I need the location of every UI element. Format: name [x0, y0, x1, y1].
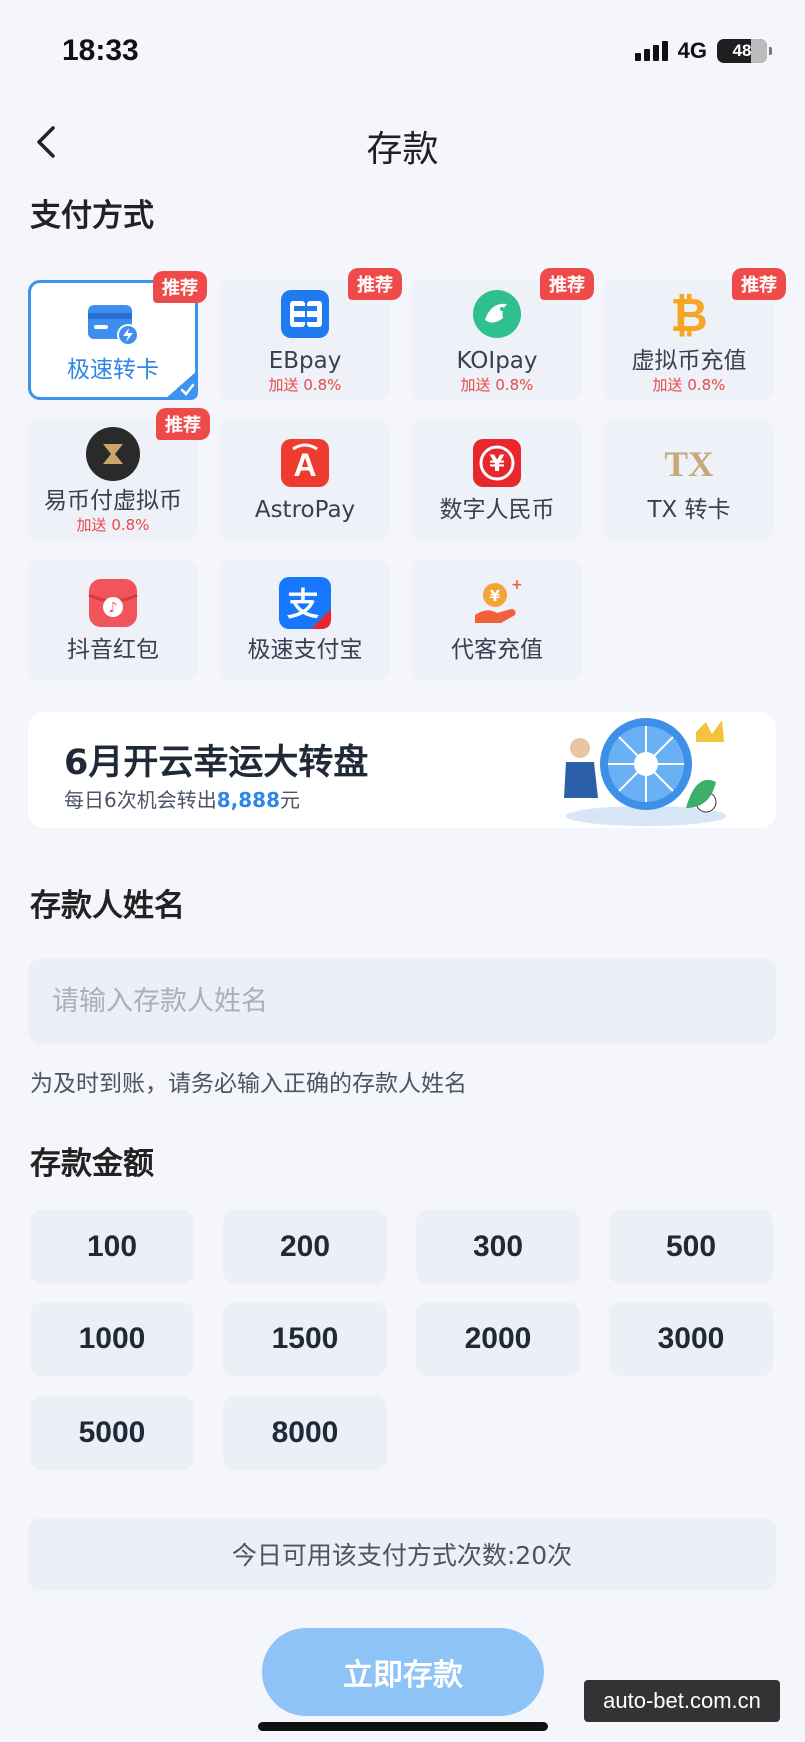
banner-amount: 8,888 [216, 788, 280, 812]
watermark: auto-bet.com.cn [584, 1680, 780, 1722]
svg-text:TX: TX [664, 444, 714, 484]
recommend-badge: 推荐 [540, 268, 594, 300]
promo-banner[interactable]: 6月开云幸运大转盘 每日6次机会转出8,888元 [28, 712, 776, 828]
amount-option[interactable]: 3000 [609, 1302, 773, 1376]
method-label: 数字人民币 [439, 497, 555, 523]
method-label: AstroPay [254, 497, 356, 523]
ebpay-icon [277, 286, 333, 342]
method-astropay[interactable]: A AstroPay [220, 420, 390, 540]
amount-option[interactable]: 200 [223, 1210, 387, 1284]
method-alipay[interactable]: 支 极速支付宝 [220, 560, 390, 680]
method-label: 代客充值 [451, 637, 543, 663]
method-koipay[interactable]: KOIpay 加送 0.8% 推荐 [412, 268, 594, 400]
method-label: 抖音红包 [67, 637, 159, 663]
method-label: EBpay [268, 348, 342, 374]
svg-text:♪: ♪ [109, 600, 118, 616]
amount-option[interactable]: 100 [30, 1210, 194, 1284]
method-digital-rmb[interactable]: ¥ 数字人民币 [412, 420, 582, 540]
amount-option[interactable]: 300 [416, 1210, 580, 1284]
banner-title: 6月开云幸运大转盘 [64, 743, 369, 783]
method-bonus: 加送 0.8% [460, 376, 534, 394]
amount-option[interactable]: 5000 [30, 1396, 194, 1470]
lucky-wheel-illustration [564, 718, 726, 826]
deposit-submit-button[interactable]: 立即存款 [262, 1628, 544, 1716]
battery-icon: 48 [717, 39, 772, 63]
selected-check-icon [164, 370, 198, 400]
card-flash-icon [85, 295, 141, 351]
depositor-name-input[interactable] [28, 958, 776, 1044]
svg-text:+: + [511, 577, 523, 593]
method-fast-card[interactable]: 极速转卡 推荐 [28, 271, 207, 400]
network-type: 4G [677, 38, 707, 63]
status-bar: 18:33 4G 48 [0, 0, 805, 100]
method-agent-recharge[interactable]: ¥ + 代客充值 [412, 560, 582, 680]
method-ebifu[interactable]: 易币付虚拟币 加送 0.8% 推荐 [28, 408, 210, 540]
method-label: 虚拟币充值 [631, 348, 747, 374]
method-label: 易币付虚拟币 [44, 488, 182, 514]
astropay-icon: A [277, 435, 333, 491]
method-label: KOIpay [456, 348, 538, 374]
amount-option[interactable]: 2000 [416, 1302, 580, 1376]
method-label: 极速支付宝 [247, 637, 363, 663]
amount-option[interactable]: 1500 [223, 1302, 387, 1376]
alipay-icon: 支 [277, 575, 333, 631]
method-bonus: 加送 0.8% [652, 376, 726, 394]
svg-text:₿: ₿ [670, 288, 708, 341]
nav-bar: 存款 [0, 110, 805, 174]
method-bonus: 加送 0.8% [76, 516, 150, 534]
digital-rmb-icon: ¥ [469, 435, 525, 491]
depositor-hint: 为及时到账，请务必输入正确的存款人姓名 [30, 1071, 467, 1097]
recommend-badge: 推荐 [732, 268, 786, 300]
status-indicators: 4G 48 [634, 38, 772, 64]
bitcoin-icon: ₿ [661, 286, 717, 342]
amount-section-title: 存款金额 [30, 1146, 154, 1182]
recommend-badge: 推荐 [153, 271, 207, 303]
method-bonus: 加送 0.8% [268, 376, 342, 394]
method-tx-card[interactable]: TX TX 转卡 [604, 420, 774, 540]
koi-icon [469, 286, 525, 342]
douyin-redpacket-icon: ♪ [85, 575, 141, 631]
signal-icon [634, 41, 668, 61]
recommend-badge: 推荐 [156, 408, 210, 440]
amount-option[interactable]: 8000 [223, 1396, 387, 1470]
depositor-section-title: 存款人姓名 [30, 888, 185, 924]
recommend-badge: 推荐 [348, 268, 402, 300]
status-time: 18:33 [62, 34, 139, 67]
agent-recharge-icon: ¥ + [469, 575, 525, 631]
home-indicator [258, 1722, 548, 1731]
method-douyin[interactable]: ♪ 抖音红包 [28, 560, 198, 680]
payment-section-title: 支付方式 [30, 198, 154, 234]
method-ebpay[interactable]: EBpay 加送 0.8% 推荐 [220, 268, 402, 400]
method-label: TX 转卡 [647, 497, 731, 523]
tx-icon: TX [661, 435, 717, 491]
page-title: 存款 [366, 129, 439, 170]
method-crypto[interactable]: ₿ 虚拟币充值 加送 0.8% 推荐 [604, 268, 786, 400]
usage-limit-info: 今日可用该支付方式次数:20次 [28, 1518, 776, 1590]
method-label: 极速转卡 [67, 357, 159, 383]
svg-text:¥: ¥ [490, 587, 501, 605]
battery-level: 48 [732, 41, 752, 60]
amount-option[interactable]: 500 [609, 1210, 773, 1284]
banner-subtitle: 每日6次机会转出8,888元 [64, 788, 300, 812]
amount-option[interactable]: 1000 [30, 1302, 194, 1376]
svg-text:A: A [293, 447, 316, 483]
svg-text:支: 支 [287, 585, 319, 623]
svg-text:¥: ¥ [489, 452, 505, 477]
ebifu-icon [85, 426, 141, 482]
